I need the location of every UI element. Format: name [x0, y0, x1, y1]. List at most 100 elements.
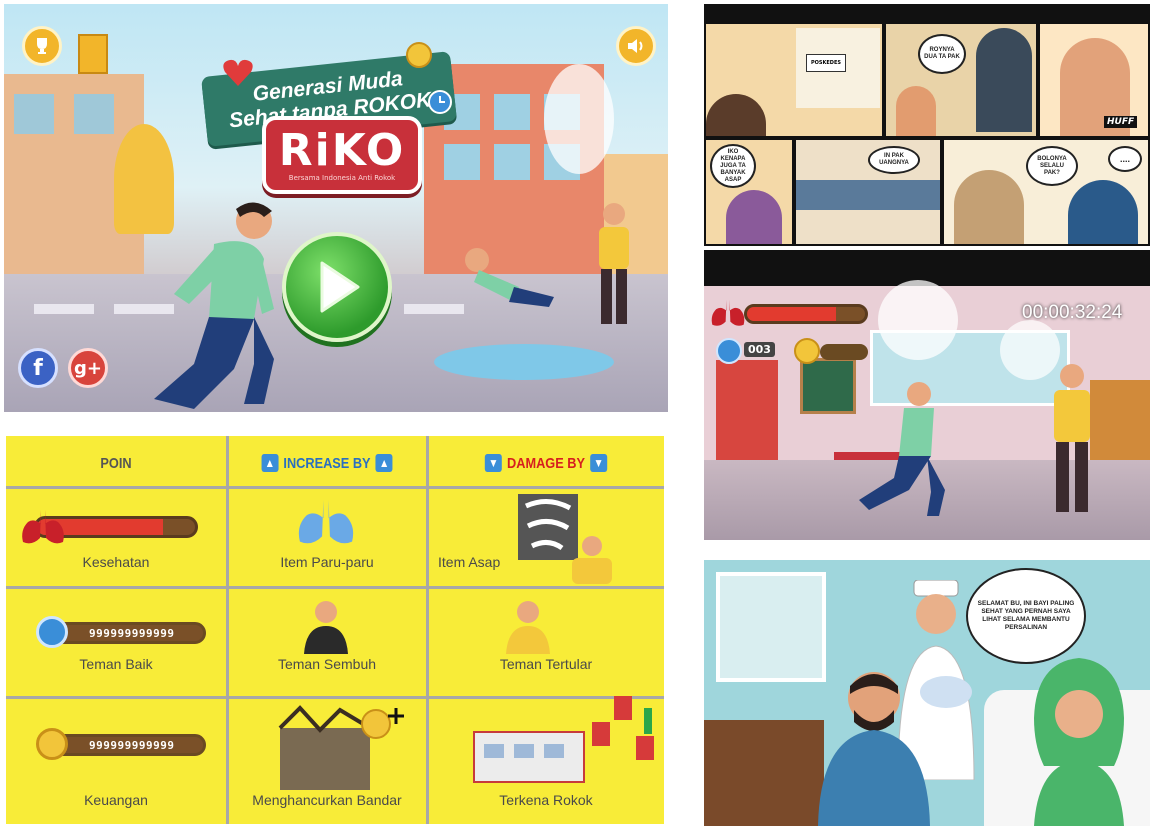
- recovered-friend-icon: [304, 601, 348, 654]
- arrow-up-icon: ▲: [375, 454, 393, 472]
- comic-panel: POSKEDES: [706, 24, 882, 136]
- red-door: [716, 360, 778, 460]
- hud-health-bar: [744, 304, 868, 324]
- trophy-button[interactable]: [22, 26, 62, 66]
- money-bar: [820, 344, 868, 360]
- father: [818, 672, 930, 826]
- heart-icon: [223, 59, 253, 86]
- divider: [226, 436, 229, 824]
- divider: [6, 586, 664, 589]
- play-icon: [320, 261, 360, 313]
- hud-health-fill: [747, 307, 836, 321]
- label-item-asap: Item Asap: [438, 554, 501, 570]
- logo-wordmark: RiKO: [278, 125, 406, 176]
- sign-board: [78, 34, 108, 74]
- label-kesehatan: Kesehatan: [82, 554, 150, 570]
- character: [726, 190, 782, 244]
- facebook-icon: f: [33, 355, 43, 381]
- comic-panel: BOLONYA SELALU PAK? ....: [944, 140, 1148, 244]
- smoke-cloud: [544, 64, 614, 174]
- sound-effect: HUFF: [1104, 116, 1138, 128]
- trophy-icon: [37, 38, 47, 54]
- comic-panel: IN PAK UANGNYA: [796, 140, 940, 244]
- comic-panel: ROYNYA DUA TA PAK: [886, 24, 1036, 136]
- window: [716, 572, 826, 682]
- comic-panel: HUFF: [1040, 24, 1148, 136]
- falling-boy: [465, 248, 554, 307]
- label-teman-baik: Teman Baik: [79, 656, 153, 672]
- label-menghancurkan-bandar: Menghancurkan Bandar: [252, 792, 402, 808]
- puddle: [434, 344, 614, 380]
- google-plus-button[interactable]: g+: [68, 348, 108, 388]
- speech-bubble: ROYNYA DUA TA PAK: [918, 34, 966, 74]
- window: [74, 94, 114, 134]
- sound-button[interactable]: [616, 26, 656, 66]
- coin-icon: [36, 728, 68, 760]
- mother: [1034, 658, 1124, 826]
- smoking-friend: [1054, 364, 1090, 512]
- header-increase: ▲ INCREASE BY ▲: [243, 452, 411, 474]
- header-damage: ▼ DAMAGE BY ▼: [446, 452, 647, 474]
- game-timer: 00:00:32:24: [1022, 302, 1123, 323]
- window: [14, 94, 54, 134]
- character: [976, 28, 1032, 132]
- friend-count: 003: [744, 342, 775, 357]
- hospital-panel: SELAMAT BU, INI BAYI PALING SEHAT YANG P…: [704, 560, 1150, 826]
- label-terkena-rokok: Terkena Rokok: [499, 792, 593, 808]
- window: [444, 144, 480, 180]
- header-poin: POIN: [23, 452, 210, 474]
- character: [706, 94, 766, 136]
- money-value: 999999999999: [89, 739, 175, 752]
- comic-panel: IKO KENAPA JUGA TA BANYAK ASAP: [706, 140, 792, 244]
- arrow-up-icon: ▲: [261, 454, 279, 472]
- character: [954, 170, 1024, 244]
- character: [896, 86, 936, 136]
- play-button[interactable]: [282, 232, 392, 342]
- sound-icon: [628, 39, 643, 53]
- divider: [426, 436, 429, 824]
- title-screen: Generasi Muda Sehat tanpa ROKOK RiKO Ber…: [4, 4, 668, 412]
- smoking-teen-icon: [572, 536, 612, 584]
- facebook-button[interactable]: f: [18, 348, 58, 388]
- clock-icon: [428, 90, 452, 114]
- comic-page: POSKEDES ROYNYA DUA TA PAK HUFF IKO KENA…: [704, 4, 1150, 246]
- divider: [6, 486, 664, 489]
- friend-value: 999999999999: [89, 627, 175, 640]
- label-item-paru-paru: Item Paru-paru: [280, 554, 374, 570]
- coin-icon: [794, 338, 820, 364]
- running-boy: [154, 202, 274, 409]
- logo-tagline: Bersama Indonesia Anti Rokok: [288, 174, 396, 182]
- crosswalk-stripe: [34, 304, 94, 314]
- gameplay-screen: 003 00:00:32:24: [704, 250, 1150, 540]
- points-table: POIN ▲ INCREASE BY ▲ ▼ DAMAGE BY ▼ Keseh…: [6, 436, 664, 824]
- label-teman-sembuh: Teman Sembuh: [277, 656, 377, 672]
- label-keuangan: Keuangan: [84, 792, 148, 808]
- friend-icon: [716, 338, 742, 364]
- smoking-boy: [599, 203, 629, 324]
- speech-bubble: IN PAK UANGNYA: [868, 146, 920, 174]
- label-teman-tertular: Teman Tertular: [499, 656, 593, 672]
- infected-friend-icon: [506, 601, 550, 654]
- window: [494, 144, 530, 180]
- speech-bubble: IKO KENAPA JUGA TA BANYAK ASAP: [710, 144, 756, 188]
- google-plus-icon: g+: [74, 357, 102, 379]
- crosswalk-stripe: [404, 304, 464, 314]
- notice-board: [800, 358, 856, 414]
- lungs-icon: [711, 299, 745, 326]
- coin-icon: [406, 42, 432, 68]
- header-poin-label: POIN: [100, 454, 132, 472]
- lungs-item-icon: [298, 499, 354, 544]
- cigarette-factory-icon: [473, 696, 654, 783]
- header-damage-label: DAMAGE BY: [507, 454, 585, 472]
- arrow-down-icon: ▼: [484, 454, 502, 472]
- smoke-cloud: [878, 280, 958, 360]
- speech-bubble: BOLONYA SELALU PAK?: [1026, 146, 1078, 186]
- character: [1068, 180, 1138, 244]
- lungs-icon: [22, 510, 64, 544]
- hand: [796, 180, 940, 210]
- window: [494, 94, 530, 130]
- riko-logo: RiKO Bersama Indonesia Anti Rokok: [262, 116, 422, 194]
- destroyed-dealer-icon: [278, 705, 404, 790]
- header-increase-label: INCREASE BY: [283, 454, 371, 472]
- friend-icon: [36, 616, 68, 648]
